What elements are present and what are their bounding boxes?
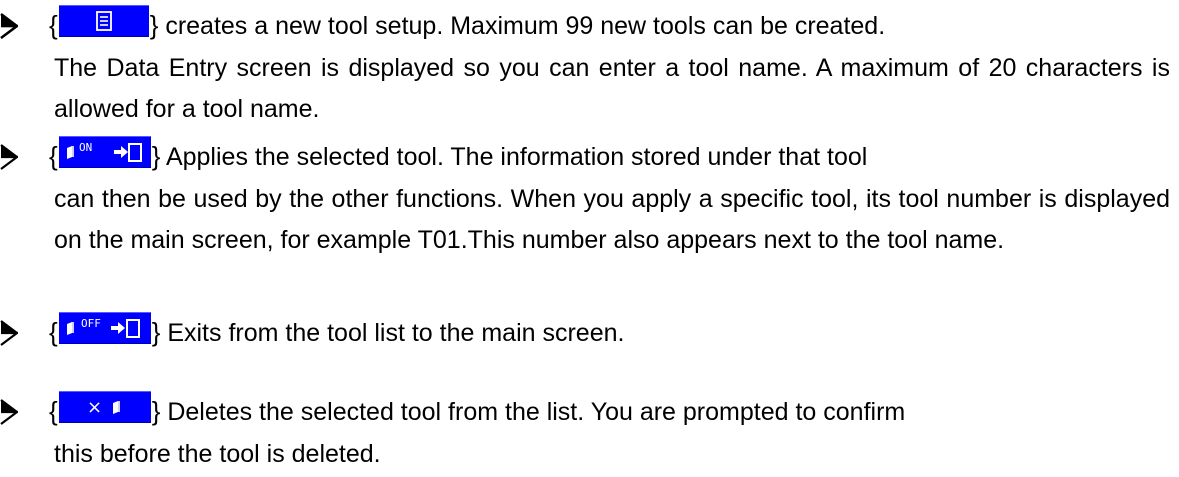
exit-tool-list-button[interactable]: OFF: [58, 312, 151, 344]
svg-text:×: ×: [87, 397, 102, 418]
open-brace: {: [49, 141, 58, 171]
item-description: can then be used by the other functions.…: [54, 184, 1170, 255]
new-tool-button[interactable]: [58, 5, 149, 37]
item-description: The Data Entry screen is displayed so yo…: [54, 53, 1170, 124]
manual-page: { } creates a new tool setup. Maximum 99…: [0, 0, 1179, 477]
item-description-line1: Exits from the tool list to the main scr…: [167, 319, 625, 347]
arrowhead-bullet-icon: [0, 13, 18, 39]
open-brace: {: [49, 10, 58, 40]
item-description-line1: Deletes the selected tool from the list.…: [167, 398, 906, 426]
svg-text:ON: ON: [79, 141, 92, 154]
new-document-icon: [95, 11, 112, 31]
item-description-line1: creates a new tool setup. Maximum 99 new…: [165, 12, 886, 40]
close-brace: }: [151, 396, 161, 426]
close-brace: }: [151, 141, 161, 171]
delete-tool-icon: ×: [87, 397, 120, 418]
svg-text:OFF: OFF: [81, 317, 101, 330]
arrowhead-bullet-icon: [0, 320, 18, 346]
open-brace: {: [49, 317, 58, 347]
arrowhead-bullet-icon: [0, 144, 18, 170]
close-brace: }: [151, 317, 161, 347]
open-brace: {: [49, 396, 58, 426]
close-brace: }: [149, 10, 159, 40]
item-description-line1: Applies the selected tool. The informati…: [165, 143, 868, 171]
apply-tool-on-icon: ON: [66, 141, 142, 162]
apply-tool-button[interactable]: ON: [58, 136, 151, 168]
arrowhead-bullet-icon: [0, 399, 18, 425]
delete-tool-button[interactable]: ×: [58, 391, 151, 423]
exit-tool-off-icon: OFF: [66, 317, 140, 338]
item-description: this before the tool is deleted.: [54, 439, 381, 468]
